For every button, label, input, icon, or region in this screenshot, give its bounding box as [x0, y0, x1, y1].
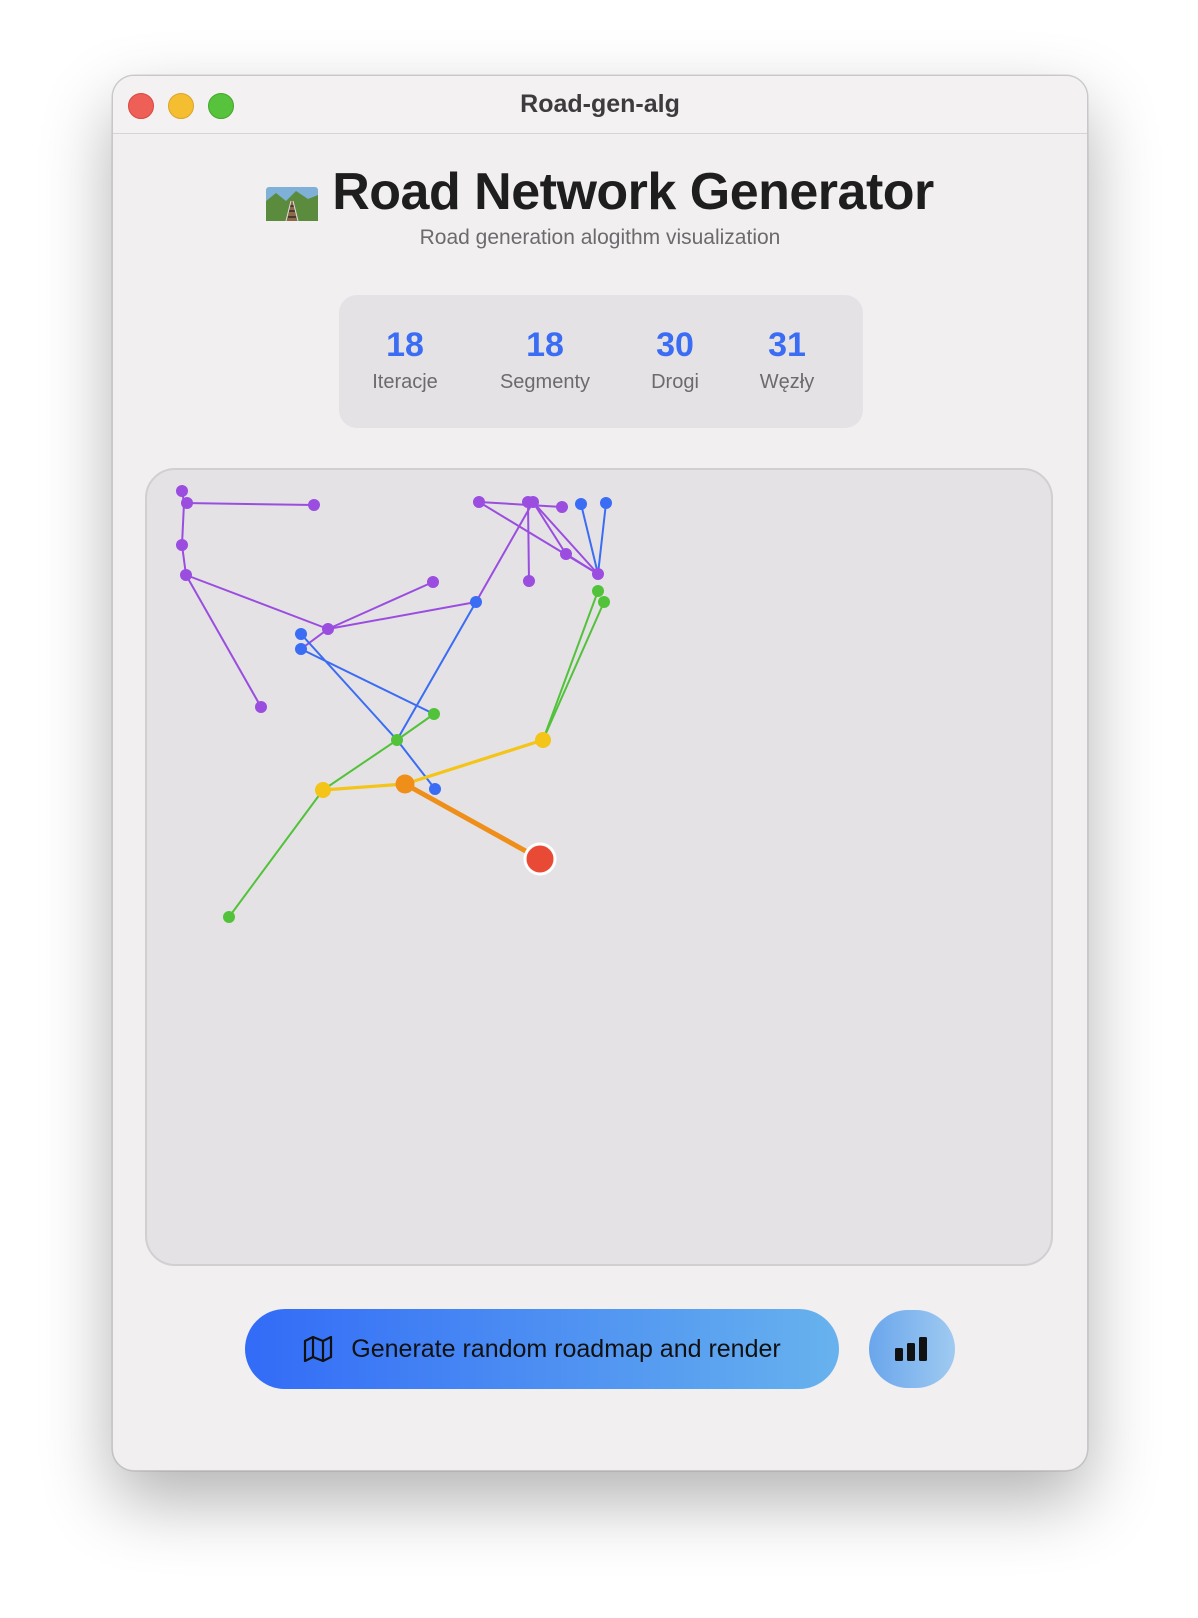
- road-segment-green: [228, 789, 324, 918]
- road-network-canvas[interactable]: [145, 468, 1053, 1266]
- road-node-green: [428, 708, 440, 720]
- statistics-button[interactable]: [869, 1310, 955, 1388]
- road-segment-green: [322, 739, 398, 791]
- road-node-blue: [600, 497, 612, 509]
- road-node-purple: [523, 575, 535, 587]
- road-segment-blue: [597, 502, 607, 575]
- window-title: Road-gen-alg: [520, 90, 680, 118]
- page-title: Road Network Generator: [332, 163, 934, 221]
- road-node-blue: [429, 783, 441, 795]
- road-segment-orange: [402, 781, 543, 862]
- page-title-row: Road Network Generator: [113, 162, 1087, 222]
- road-node-green: [598, 596, 610, 608]
- generate-roadmap-label: Generate random roadmap and render: [351, 1334, 781, 1363]
- road-segment-blue: [300, 648, 435, 715]
- railway-track-icon: [266, 174, 319, 222]
- road-node-purple: [560, 548, 572, 560]
- road-segment-purple: [327, 601, 477, 630]
- road-node-yellow: [315, 782, 331, 798]
- road-segment-purple: [478, 501, 563, 508]
- road-segment-purple: [185, 574, 262, 708]
- road-node-green: [592, 585, 604, 597]
- bar-chart-icon: [895, 1337, 927, 1361]
- stat-iterations: 18 Iteracje: [345, 325, 465, 394]
- stat-label: Węzły: [759, 371, 815, 393]
- road-node-blue: [295, 628, 307, 640]
- map-icon: [304, 1335, 333, 1363]
- road-network-drawing: [176, 485, 612, 923]
- road-segment-purple: [327, 581, 434, 630]
- road-segment-blue: [300, 633, 398, 741]
- stat-value: 18: [386, 326, 424, 364]
- road-node-orange: [395, 774, 415, 794]
- road-node-blue: [295, 643, 307, 655]
- road-node-purple: [176, 485, 188, 497]
- road-node-purple: [181, 497, 193, 509]
- stat-value: 18: [526, 326, 564, 364]
- road-node-blue: [575, 498, 587, 510]
- stat-segments: 18 Segmenty: [485, 325, 605, 394]
- road-segment-yellow: [321, 782, 407, 792]
- road-segment-purple: [183, 502, 315, 506]
- road-segment-purple: [527, 501, 530, 582]
- stat-value: 30: [656, 326, 694, 364]
- road-node-yellow: [535, 732, 551, 748]
- road-node-purple: [255, 701, 267, 713]
- road-node-purple: [473, 496, 485, 508]
- stat-roads: 30 Drogi: [615, 325, 735, 394]
- generate-roadmap-button[interactable]: Generate random roadmap and render: [245, 1309, 839, 1389]
- road-node-purple: [180, 569, 192, 581]
- page-subtitle: Road generation alogithm visualization: [419, 226, 781, 249]
- road-node-purple: [308, 499, 320, 511]
- app-window: Road-gen-alg Road Network Generator Road…: [112, 75, 1088, 1471]
- stat-nodes: 31 Węzły: [727, 325, 847, 394]
- road-node-green: [391, 734, 403, 746]
- road-node-green: [223, 911, 235, 923]
- road-node-purple: [322, 623, 334, 635]
- road-node-purple: [427, 576, 439, 588]
- road-segment-yellow: [403, 738, 545, 786]
- stat-label: Segmenty: [499, 371, 591, 393]
- road-node-purple: [592, 568, 604, 580]
- road-node-purple: [556, 501, 568, 513]
- stat-label: Drogi: [651, 371, 699, 393]
- root-node: [523, 842, 557, 876]
- stat-value: 31: [768, 326, 806, 364]
- road-node-purple: [176, 539, 188, 551]
- title-bar: Road-gen-alg: [113, 76, 1087, 134]
- road-segment-purple: [185, 574, 329, 630]
- road-segment-purple: [181, 502, 185, 546]
- road-segment-green: [542, 601, 605, 741]
- road-node-purple: [527, 496, 539, 508]
- road-node-blue: [470, 596, 482, 608]
- stat-label: Iteracje: [372, 371, 438, 393]
- road-segment-green: [542, 590, 599, 741]
- stats-panel: 18 Iteracje 18 Segmenty 30 Drogi 31 Węzł…: [339, 295, 863, 428]
- road-segment-green: [396, 713, 435, 741]
